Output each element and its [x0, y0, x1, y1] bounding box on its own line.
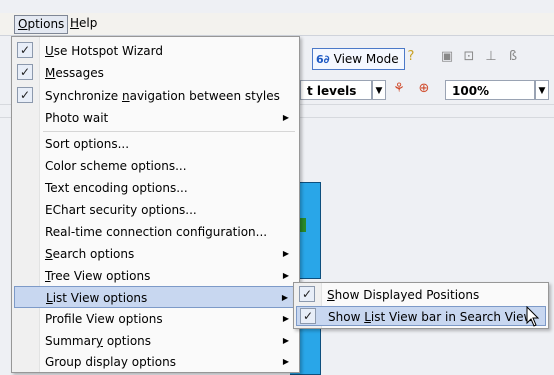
submenu-arrow-icon: ▶ — [282, 113, 289, 122]
menu-item-label: Text encoding options... — [45, 181, 188, 195]
zoom-dropdown-arrow[interactable]: ▼ — [535, 80, 549, 100]
menu-item-synchronize-navigation[interactable]: ✓ Synchronize navigation between styles — [14, 85, 297, 107]
menu-item-label: Messages — [45, 66, 104, 80]
menu-item-label: Tree View options — [45, 269, 151, 283]
menu-item-label: Group display options — [45, 355, 176, 369]
menu-separator — [43, 131, 295, 132]
view-mode-button[interactable]: 6∂ View Mode — [312, 48, 405, 70]
menu-item-sort-options[interactable]: Sort options... — [14, 133, 297, 155]
menu-item-realtime-connection[interactable]: Real-time connection configuration... — [14, 221, 297, 243]
menu-item-label: Synchronize navigation between styles — [45, 89, 280, 103]
check-icon: ✓ — [299, 286, 315, 302]
menu-item-label: Search options — [45, 247, 135, 261]
levels-combo[interactable]: t levels — [300, 80, 372, 100]
check-icon: ✓ — [300, 308, 316, 324]
menu-item-text-encoding-options[interactable]: Text encoding options... — [14, 177, 297, 199]
menu-item-summary-options[interactable]: Summary options ▶ — [14, 330, 297, 352]
menu-item-label: Real-time connection configuration... — [45, 225, 268, 239]
options-dropdown-menu: ✓ Use Hotspot Wizard ✓ Messages ✓ Synchr… — [11, 36, 300, 373]
check-icon: ✓ — [17, 42, 33, 58]
zoom-value: 100% — [452, 84, 490, 98]
menu-item-use-hotspot-wizard[interactable]: ✓ Use Hotspot Wizard — [14, 40, 297, 62]
menu-help[interactable]: Help — [67, 15, 100, 32]
menu-help-mnemonic: H — [70, 16, 80, 30]
toolbar-secondary: t levels ▼ ⚘ ⊕ 100% ▼ — [290, 76, 554, 104]
menu-item-label: Summary options — [45, 334, 152, 348]
submenu-arrow-icon: ▶ — [281, 293, 288, 302]
submenu-arrow-icon: ▶ — [282, 357, 289, 366]
menu-item-profile-view-options[interactable]: Profile View options ▶ — [14, 308, 297, 330]
menu-item-label: Color scheme options... — [45, 159, 187, 173]
menu-help-label: elp — [79, 16, 98, 30]
user-icon[interactable]: ß — [504, 48, 522, 66]
node-marker — [300, 218, 306, 232]
submenu-item-show-displayed-positions[interactable]: ✓ Show Displayed Positions — [296, 285, 546, 305]
menu-item-label: EChart security options... — [45, 203, 197, 217]
menu-item-photo-wait[interactable]: Photo wait ▶ — [14, 107, 297, 129]
menu-item-label: List View options — [46, 291, 148, 305]
menu-item-search-options[interactable]: Search options ▶ — [14, 243, 297, 265]
menu-item-label: Show List View bar in Search View — [328, 310, 534, 324]
menu-item-label: Photo wait — [45, 111, 109, 125]
menu-item-tree-view-options[interactable]: Tree View options ▶ — [14, 265, 297, 287]
tree-expand-icon[interactable]: ⚘ — [390, 80, 408, 98]
check-icon: ✓ — [17, 87, 33, 103]
levels-dropdown-arrow[interactable]: ▼ — [372, 80, 386, 100]
menu-item-group-display-options[interactable]: Group display options ▶ — [14, 351, 297, 373]
levels-value: t levels — [307, 84, 357, 98]
submenu-arrow-icon: ▶ — [282, 249, 289, 258]
view-mode-icon: 6∂ — [316, 53, 330, 66]
help-cursor-icon[interactable]: ? — [402, 48, 420, 66]
menu-item-label: Sort options... — [45, 137, 130, 151]
zoom-in-icon[interactable]: ⊕ — [415, 80, 433, 98]
view-mode-label: View Mode — [333, 52, 399, 66]
menu-item-list-view-options[interactable]: List View options ▶ — [14, 286, 297, 308]
menu-item-echart-security-options[interactable]: EChart security options... — [14, 199, 297, 221]
menu-item-messages[interactable]: ✓ Messages — [14, 62, 297, 84]
zoom-combo[interactable]: 100% — [445, 80, 535, 100]
submenu-arrow-icon: ▶ — [282, 314, 289, 323]
export-icon[interactable]: ▣ — [438, 48, 456, 66]
submenu-item-show-list-view-bar[interactable]: ✓ Show List View bar in Search View — [296, 306, 546, 326]
submenu-arrow-icon: ▶ — [282, 271, 289, 280]
menu-options[interactable]: Options — [14, 15, 69, 34]
import-icon[interactable]: ⊡ — [460, 48, 478, 66]
menu-item-label: Profile View options — [45, 312, 163, 326]
toolbar-main: 6∂ View Mode ? ▣ ⊡ ⊥ ß — [290, 44, 554, 72]
check-icon: ✓ — [17, 64, 33, 80]
menu-item-label: Show Displayed Positions — [327, 288, 480, 302]
menu-item-label: Use Hotspot Wizard — [45, 44, 163, 58]
print-icon[interactable]: ⊥ — [482, 48, 500, 66]
menubar: Options Help — [0, 13, 554, 36]
mouse-cursor-icon — [526, 306, 540, 327]
submenu-arrow-icon: ▶ — [282, 336, 289, 345]
list-view-options-submenu: ✓ Show Displayed Positions ✓ Show List V… — [293, 282, 549, 329]
menu-options-label: ptions — [27, 17, 65, 31]
menu-item-color-scheme-options[interactable]: Color scheme options... — [14, 155, 297, 177]
